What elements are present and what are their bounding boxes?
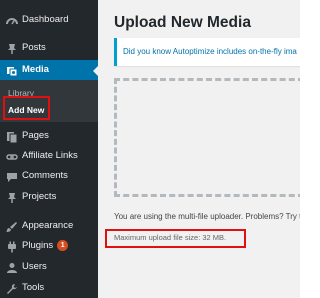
sidebar-item-label: Dashboard (22, 14, 69, 25)
wrench-icon (5, 282, 18, 295)
sidebar-item-label: Comments (22, 170, 68, 181)
page-title: Upload New Media (114, 14, 251, 31)
sidebar-item-projects[interactable]: Projects (0, 187, 98, 209)
sidebar-item-affiliate-links[interactable]: Affiliate Links (0, 146, 98, 168)
plugins-label: Plugins (22, 240, 54, 251)
media-icon (5, 64, 18, 77)
pin-icon (5, 191, 18, 204)
autoptimize-notice: Did you know Autoptimize includes on-the… (114, 38, 300, 66)
comment-icon (5, 170, 18, 183)
sidebar-item-media[interactable]: Media (0, 60, 98, 82)
admin-sidebar: Dashboard Posts Media Library Add New Pa… (0, 0, 98, 298)
users-icon (5, 261, 18, 274)
sidebar-item-label: Plugins 1 (22, 240, 69, 251)
link-icon (5, 150, 18, 163)
sidebar-item-posts[interactable]: Posts (0, 38, 98, 60)
sidebar-item-label: Tools (22, 282, 45, 293)
sidebar-item-appearance[interactable]: Appearance (0, 216, 98, 238)
pin-icon (5, 42, 18, 55)
sidebar-item-label: Projects (22, 191, 57, 202)
sidebar-item-label: Affiliate Links (22, 150, 78, 161)
uploader-help-text: You are using the multi-file uploader. P… (114, 212, 300, 221)
main-content: Upload New Media Did you know Autoptimiz… (98, 0, 300, 298)
sidebar-item-plugins[interactable]: Plugins 1 (0, 236, 98, 258)
sidebar-item-label: Appearance (22, 220, 74, 231)
notice-text[interactable]: Did you know Autoptimize includes on-the… (123, 47, 297, 56)
dashboard-icon (5, 14, 18, 27)
sidebar-item-label: Pages (22, 130, 49, 141)
sidebar-item-pages[interactable]: Pages (0, 126, 98, 148)
max-upload-size-text: Maximum upload file size: 32 MB. (114, 233, 227, 242)
sidebar-item-dashboard[interactable]: Dashboard (0, 10, 98, 32)
sidebar-item-label: Users (22, 261, 47, 272)
submenu-item-add-new[interactable]: Add New (8, 105, 44, 115)
sidebar-item-tools[interactable]: Tools (0, 278, 98, 298)
sidebar-item-comments[interactable]: Comments (0, 166, 98, 188)
plugin-icon (5, 240, 18, 253)
file-drop-zone[interactable] (114, 78, 300, 197)
sidebar-item-label: Media (22, 64, 49, 75)
sidebar-item-label: Posts (22, 42, 46, 53)
submenu-item-library[interactable]: Library (8, 88, 34, 98)
update-count-badge: 1 (57, 240, 69, 251)
media-submenu: Library Add New (0, 80, 98, 122)
brush-icon (5, 220, 18, 233)
sidebar-item-users[interactable]: Users (0, 257, 98, 279)
pages-icon (5, 130, 18, 143)
